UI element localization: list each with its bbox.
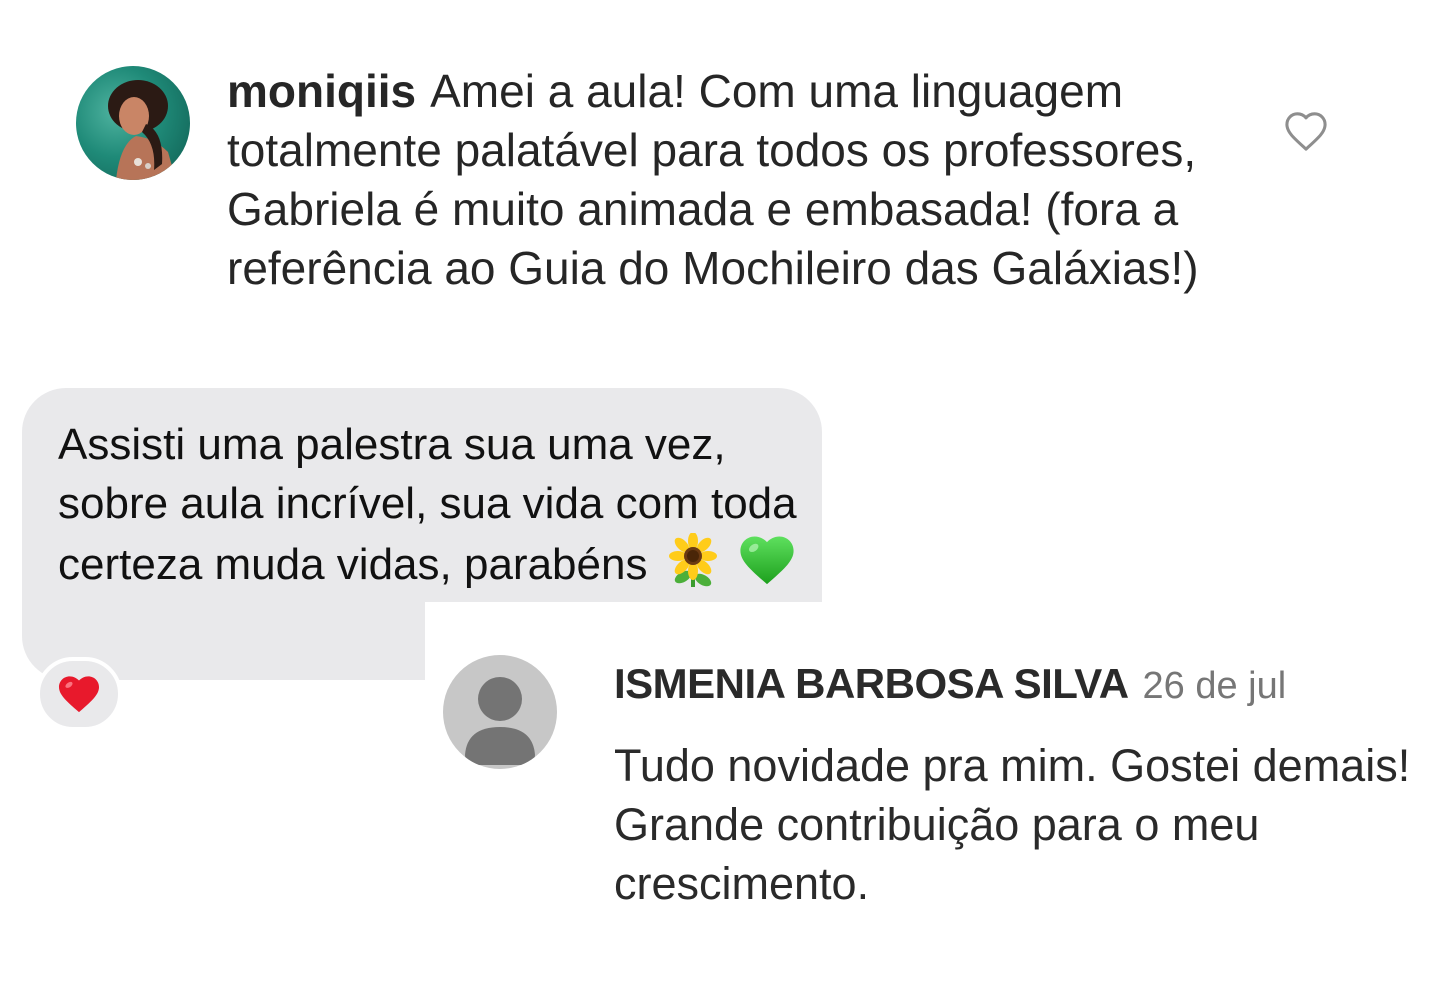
user-avatar[interactable] — [76, 66, 190, 180]
message-text-container: Assisti uma palestra sua uma vez, sobre … — [58, 415, 798, 602]
heart-outline-icon[interactable] — [1283, 110, 1329, 152]
comment-header: ISMENIA BARBOSA SILVA 26 de jul — [614, 660, 1286, 708]
sunflower-emoji — [668, 532, 718, 602]
comment-body: moniqiis Amei a aula! Com uma linguagem t… — [227, 62, 1207, 298]
comment-username[interactable]: moniqiis — [227, 65, 416, 117]
comment-text: Tudo novidade pra mim. Gostei demais! Gr… — [614, 740, 1411, 909]
reaction-badge[interactable] — [36, 657, 122, 731]
avatar-photo-icon — [108, 80, 176, 180]
comment-date: 26 de jul — [1142, 665, 1287, 707]
comment-author[interactable]: ISMENIA BARBOSA SILVA — [614, 660, 1129, 707]
instagram-comment: moniqiis Amei a aula! Com uma linguagem t… — [0, 0, 1438, 380]
default-person-icon[interactable] — [443, 655, 557, 769]
green-heart-emoji — [738, 533, 796, 602]
red-heart-icon — [59, 676, 99, 713]
